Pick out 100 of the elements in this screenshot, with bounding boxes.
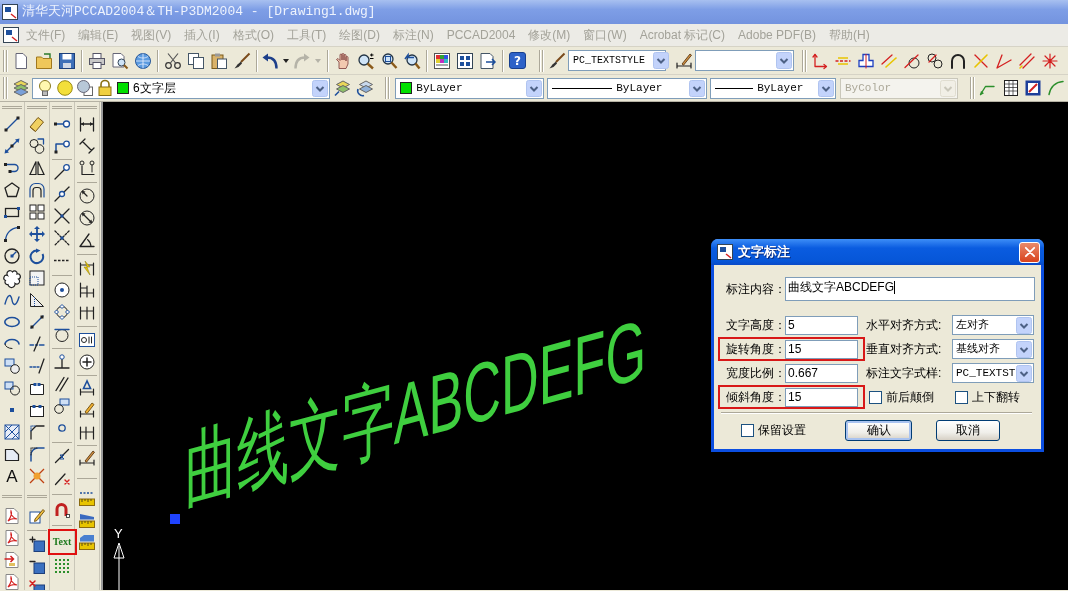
wave-icon[interactable] — [4, 292, 20, 308]
line-end-ring-icon[interactable] — [54, 164, 70, 180]
zoom-window-icon[interactable] — [380, 52, 397, 69]
ring-icon[interactable] — [58, 424, 66, 432]
close-button[interactable] — [1019, 241, 1040, 263]
outline-shape-icon[interactable] — [857, 52, 874, 69]
circled-plus-icon[interactable] — [79, 354, 95, 370]
line-marker-icon[interactable] — [54, 448, 70, 464]
polyline-icon[interactable] — [4, 160, 20, 176]
ellipse-arc-icon[interactable] — [4, 339, 20, 349]
eraser-icon[interactable] — [29, 116, 45, 132]
cloud-icon[interactable] — [4, 270, 20, 286]
hand-icon[interactable] — [334, 52, 351, 69]
bent-line-ring-icon[interactable] — [54, 138, 70, 154]
caret-icon[interactable] — [283, 58, 289, 63]
burst-icon[interactable] — [29, 468, 45, 484]
app-icon[interactable] — [3, 27, 19, 43]
ellipse-icon[interactable] — [4, 317, 20, 327]
undo-arrow-icon[interactable] — [262, 52, 278, 69]
help-button[interactable]: ? — [509, 52, 526, 69]
asterisk-icon[interactable] — [1041, 52, 1058, 69]
aligned-dimension-icon[interactable] — [79, 138, 95, 154]
curve-icon[interactable] — [1048, 80, 1065, 96]
pdf-icon[interactable] — [4, 508, 20, 524]
four-squares-icon[interactable] — [29, 204, 45, 220]
circle-icon[interactable] — [4, 248, 20, 264]
folder-icon[interactable] — [35, 52, 52, 69]
checkbox[interactable]: 上下翻转 — [955, 388, 1020, 406]
hatch-icon[interactable] — [4, 424, 20, 440]
circle-dot-icon[interactable] — [54, 282, 70, 298]
rectangle-icon[interactable] — [4, 204, 20, 220]
line-icon[interactable] — [4, 116, 20, 132]
line-circle-icon[interactable] — [903, 52, 920, 69]
layers-arrow-icon[interactable] — [333, 80, 350, 96]
edit-pencil-icon[interactable] — [29, 508, 45, 524]
pentagon-icon[interactable] — [4, 182, 20, 198]
document-arrow-icon[interactable] — [479, 52, 496, 69]
angle-lines-icon[interactable] — [995, 52, 1012, 69]
sun-icon[interactable] — [57, 80, 73, 96]
printer-icon[interactable] — [88, 52, 105, 69]
ruler-icon[interactable] — [79, 490, 95, 506]
rounded-corner-icon[interactable] — [29, 446, 45, 462]
rectangle-circle-icon[interactable] — [4, 358, 20, 374]
dashed-line-bar-icon[interactable] — [29, 358, 45, 374]
brush-icon[interactable] — [548, 52, 565, 69]
line-arrows-icon[interactable] — [4, 138, 20, 154]
linetype-dropdown[interactable]: ByLayer — [547, 77, 708, 99]
lock-icon[interactable] — [97, 80, 113, 96]
dialog-button[interactable]: 确认 — [845, 419, 912, 441]
color-dropdown[interactable]: ByLayer — [395, 77, 545, 99]
bulb-icon[interactable] — [37, 80, 53, 96]
page-magnifier-icon[interactable] — [111, 52, 128, 69]
ruler-block-icon[interactable] — [79, 534, 95, 550]
input-field[interactable]: 15 — [785, 387, 858, 407]
zoom-back-icon[interactable] — [403, 52, 420, 69]
copy-circles-icon[interactable] — [29, 138, 45, 154]
layer-dropdown[interactable]: 6文字层 — [32, 77, 330, 99]
dropdown[interactable]: 左对齐 — [952, 315, 1034, 335]
rectangle-circle-icon[interactable] — [4, 380, 20, 396]
page-icon[interactable] — [12, 52, 29, 69]
framed-symbols-icon[interactable] — [79, 332, 95, 348]
linear-dimension-icon[interactable] — [79, 116, 95, 132]
crossing-lines-icon[interactable] — [29, 336, 45, 352]
cut-corner-icon[interactable] — [29, 424, 45, 440]
plus-square-icon[interactable] — [29, 536, 45, 552]
pin-lines-icon[interactable] — [79, 160, 95, 176]
clipboard-icon[interactable] — [210, 52, 227, 69]
ruler-wedge-icon[interactable] — [79, 512, 95, 528]
save-icon[interactable] — [58, 52, 75, 69]
angle-arc-icon[interactable] — [79, 232, 95, 248]
globe-icon[interactable] — [134, 52, 151, 69]
axis-icon[interactable] — [811, 52, 828, 69]
magnet-icon[interactable] — [54, 502, 70, 518]
dropdown[interactable]: 基线对齐 — [952, 339, 1034, 359]
zoom-icon[interactable] — [357, 52, 374, 69]
checkbox[interactable]: 前后颠倒 — [869, 388, 955, 406]
lightning-dimension-icon[interactable] — [79, 260, 95, 276]
document-arrow-icon[interactable] — [4, 552, 20, 568]
text-letter-button[interactable]: A — [4, 467, 20, 485]
text-tool-button[interactable]: Text — [47, 529, 77, 555]
mirror-triangles-icon[interactable] — [29, 160, 45, 176]
rectangle-points-icon[interactable] — [29, 403, 45, 417]
parallel-lines-icon[interactable] — [54, 376, 70, 392]
dropdown[interactable]: PC_TEXTST — [952, 363, 1034, 383]
dimension-lines-icon[interactable] — [79, 304, 95, 320]
circle-diamonds-icon[interactable] — [54, 304, 70, 320]
line-ring-icon[interactable] — [54, 120, 70, 128]
framed-slash-icon[interactable] — [1025, 80, 1042, 96]
lineweight-dropdown[interactable]: ByLayer — [710, 77, 837, 99]
minus-square-icon[interactable] — [29, 558, 45, 574]
diagonal-lines-icon[interactable] — [1018, 52, 1035, 69]
cut-corner-shape-icon[interactable] — [4, 446, 20, 462]
color-palette-icon[interactable] — [433, 52, 450, 69]
pdf-icon[interactable] — [4, 574, 20, 590]
arc-icon[interactable] — [4, 226, 20, 242]
layers-icon[interactable] — [12, 80, 29, 96]
crossed-lines-icon[interactable] — [54, 208, 70, 224]
dimension-lines-icon[interactable] — [79, 424, 95, 440]
triangle-icon[interactable] — [29, 292, 45, 308]
dimension-pen-icon[interactable] — [79, 450, 95, 466]
